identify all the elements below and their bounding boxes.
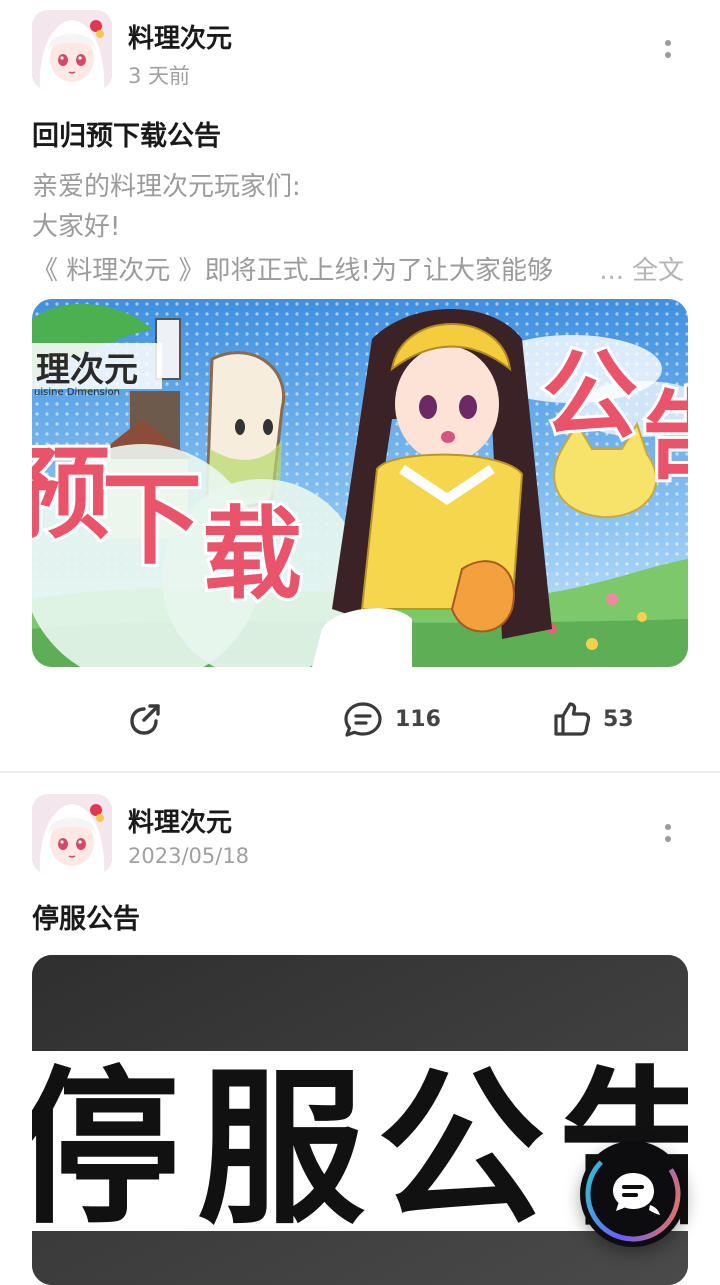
- banner-char: 服: [197, 1051, 365, 1247]
- post-body-line: 大家好!: [32, 212, 121, 242]
- banner-char: 下: [102, 461, 202, 578]
- share-icon: [130, 704, 160, 735]
- like-count: 53: [603, 706, 634, 732]
- fulltext-label: 全文: [631, 256, 684, 286]
- post-body-line: 《 料理次元 》即将正式上线!为了让大家能够: [32, 256, 553, 286]
- post-banner-image[interactable]: 理次元 uisine Dimension 预 下 载 公: [32, 299, 688, 667]
- banner-char: 载: [202, 496, 302, 613]
- comment-count: 116: [395, 706, 441, 732]
- avatar[interactable]: [32, 794, 112, 874]
- chat-bubble-icon: [585, 1146, 681, 1242]
- banner-char: 预: [32, 436, 110, 553]
- post-time: 2023/05/18: [128, 844, 250, 868]
- comment-button[interactable]: 116: [343, 689, 441, 749]
- more-vert-icon[interactable]: [650, 812, 686, 856]
- banner-char: 停: [32, 1051, 180, 1247]
- banner-logo-text: 理次元: [36, 350, 138, 390]
- more-vert-icon[interactable]: [650, 28, 686, 72]
- banner-logo-subtitle: uisine Dimension: [34, 387, 120, 398]
- floating-chat-button[interactable]: [580, 1141, 686, 1247]
- share-button[interactable]: [126, 689, 164, 749]
- author-name[interactable]: 料理次元: [128, 802, 232, 839]
- like-icon: [554, 702, 591, 736]
- post-title[interactable]: 停服公告: [32, 897, 140, 936]
- avatar-illustration: [32, 10, 112, 90]
- author-name[interactable]: 料理次元: [128, 18, 232, 55]
- ellipsis: ...: [599, 256, 624, 286]
- avatar-illustration: [32, 794, 112, 874]
- banner-char: 公: [542, 340, 638, 452]
- expand-fulltext-link[interactable]: ... 全文: [599, 250, 684, 287]
- comment-icon: [344, 702, 382, 737]
- post-time: 3 天前: [128, 64, 191, 88]
- post-body-line: 亲爱的料理次元玩家们:: [32, 172, 301, 202]
- banner-illustration: 理次元 uisine Dimension 预 下 载 公: [32, 299, 688, 667]
- post-actions: 116 53: [0, 689, 720, 749]
- like-button[interactable]: 53: [553, 689, 634, 749]
- post-title[interactable]: 回归预下载公告: [32, 114, 221, 153]
- banner-char: 公: [377, 1051, 545, 1247]
- avatar[interactable]: [32, 10, 112, 90]
- banner-char: 告: [642, 380, 688, 492]
- post-card[interactable]: 料理次元 3 天前 回归预下载公告 亲爱的料理次元玩家们: 大家好! 《 料理次…: [0, 0, 720, 772]
